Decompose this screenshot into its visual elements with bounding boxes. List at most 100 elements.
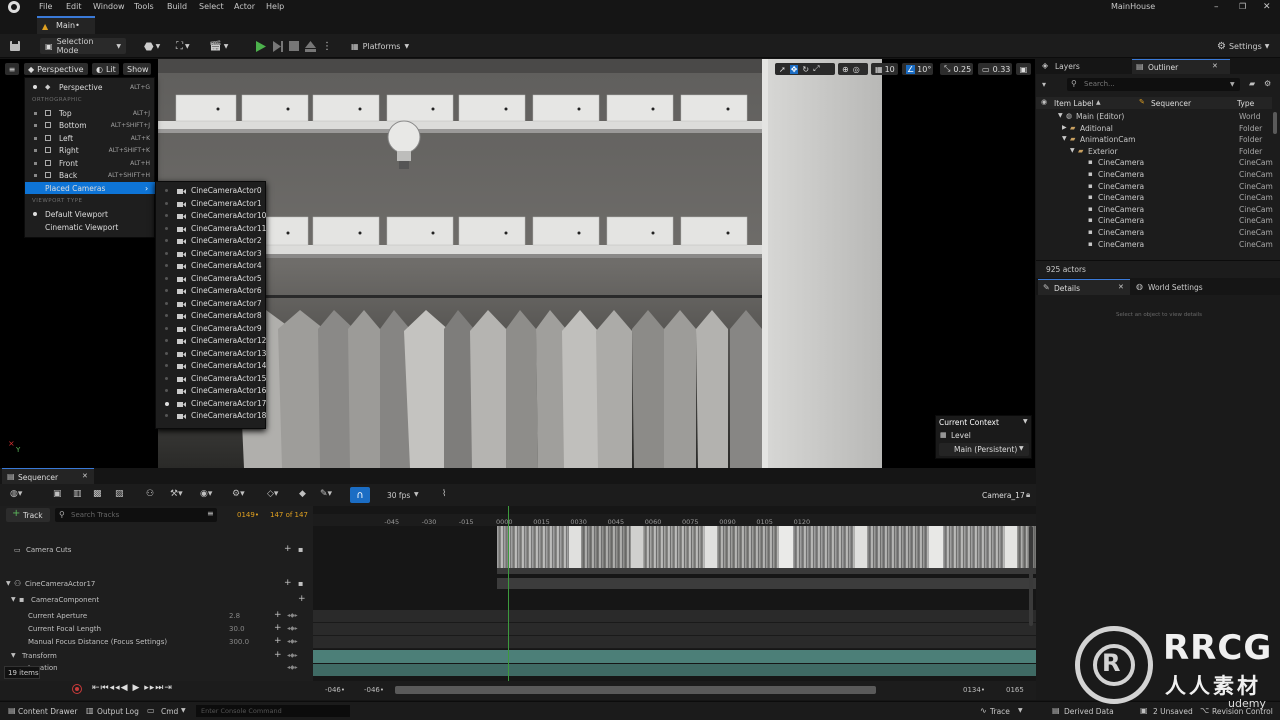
outliner-row[interactable]: ▼ ◍ Main (Editor) World [1036,112,1272,124]
chevron-down-icon[interactable]: ▼ [1058,112,1063,119]
range-start-a[interactable]: -046• [325,686,345,694]
key-nav-icon[interactable]: ◂◆▸ [287,652,298,659]
outliner-row[interactable]: ▼ ▰ Exterior Folder [1036,147,1272,159]
focus-lane[interactable] [313,636,1036,649]
pen-icon[interactable]: ✎▾ [320,489,332,499]
camera-menu-item[interactable]: CineCameraActor9 [156,323,267,336]
actors-icon[interactable]: ⚇ [146,489,154,499]
menu-window[interactable]: Window [93,2,125,11]
expand-icon[interactable]: ▼ [6,580,11,587]
camera-menu-item[interactable]: CineCameraActor5 [156,273,267,286]
scale-tool-icon[interactable]: ⤢ [813,64,819,74]
lock-icon[interactable]: 🔒︎ [1026,490,1030,500]
curve-editor-icon[interactable]: ⌇ [442,489,446,499]
camera-menu-item[interactable]: CineCameraActor16 [156,385,267,398]
scale-snap-button[interactable]: ⤡ 0.25 [940,63,973,75]
playback-icon[interactable]: ⚙▾ [232,489,245,499]
camera-menu-item[interactable]: CineCameraActor11 [156,223,267,236]
menu-help[interactable]: Help [266,2,284,11]
range-end-b[interactable]: 0165 [1006,686,1024,694]
expand-icon[interactable]: ▼ [11,652,16,659]
viewport-menu-button[interactable]: ≡ [5,63,19,75]
camera-icon[interactable]: ▪ [298,545,303,554]
menu-item-right[interactable]: Right ALT+SHIFT+K [25,144,156,156]
menu-tools[interactable]: Tools [134,2,154,11]
add-icon[interactable]: + [284,544,292,554]
track-camera-component[interactable]: ▼ ▪ CameraComponent + [0,594,313,608]
stop-icon[interactable] [289,38,299,54]
record-icon[interactable] [72,684,82,694]
camera-menu-item[interactable]: CineCameraActor18 [156,410,267,423]
add-folder-icon[interactable]: ▰ [1249,79,1255,88]
lit-button[interactable]: ◐ Lit [92,63,119,75]
track-camera-cuts[interactable]: ▭ Camera Cuts + ▪ [0,544,313,558]
menu-build[interactable]: Build [167,2,187,11]
track-manual-focus-distance[interactable]: Manual Focus Distance (Focus Settings) 3… [0,636,313,649]
menu-select[interactable]: Select [199,2,224,11]
sequencer-timeline[interactable] [313,506,1036,681]
camera-menu-item[interactable]: CineCameraActor3 [156,248,267,261]
show-button[interactable]: Show [123,63,151,75]
outliner-row[interactable]: ▪ CineCamera CineCam [1036,158,1273,170]
camera-cut-icon[interactable]: ▧ [115,489,124,499]
eject-icon[interactable] [305,38,316,54]
outliner-search-input[interactable]: ⚲ Search... ▼ [1067,78,1240,91]
derived-data-button[interactable]: ▤ Derived Data [1052,702,1116,720]
tab-world-settings[interactable]: ◍ World Settings [1132,279,1232,295]
track-value[interactable]: 2.8 [229,612,240,620]
camera-menu-item[interactable]: CineCameraActor6 [156,285,267,298]
key-nav-icon[interactable]: ◂◆▸ [287,664,298,671]
transform-lane[interactable] [313,650,1036,663]
camera-menu-item[interactable]: CineCameraActor14 [156,360,267,373]
filter-icon[interactable]: ▾ [1042,80,1046,89]
transform-tools[interactable]: ➚ ✥ ↻ ⤢ [775,63,835,75]
camera-menu-item[interactable]: CineCameraActor7 [156,298,267,311]
track-current-aperture[interactable]: Current Aperture 2.8 + ◂◆▸ [0,610,313,623]
menu-file[interactable]: File [39,2,52,11]
cinematics-icon[interactable]: 🎬︎ ▼ [209,38,228,54]
blueprint-icon[interactable]: ⛶ ▼ [176,38,190,54]
track-location[interactable]: Location ◂◆▸ [0,663,313,675]
perspective-button[interactable]: ◆ Perspective [24,63,88,75]
filter-icon[interactable]: ≡ [207,509,214,518]
camera-menu-item[interactable]: CineCameraActor0 [156,185,267,198]
visibility-icon[interactable]: ◉ [1041,98,1047,106]
camera-menu-item[interactable]: CineCameraActor17 [156,398,267,411]
menu-actor[interactable]: Actor [234,2,255,11]
camera-menu-item[interactable]: CineCameraActor1 [156,198,267,211]
track-cine-camera-actor[interactable]: ▼ ⚇ CineCameraActor17 + ▪ [0,578,313,592]
unreal-logo-icon[interactable] [8,1,20,13]
outliner-row[interactable]: ▪ CineCamera CineCam [1036,216,1273,228]
key-nav-icon[interactable]: ◂◆▸ [287,638,298,645]
camera-menu-item[interactable]: CineCameraActor13 [156,348,267,361]
menu-item-perspective[interactable]: ◆ Perspective ALT+G [25,81,156,93]
outliner-row[interactable]: ▪ CineCamera CineCam [1036,193,1273,205]
outliner-row[interactable]: ▪ CineCamera CineCam [1036,228,1273,240]
outliner-row[interactable]: ▪ CineCamera CineCam [1036,240,1273,252]
range-start-b[interactable]: -046• [364,686,384,694]
world-icon[interactable]: ◍▾ [10,489,22,499]
level-selector[interactable]: Main (Persistent) ▼ [939,443,1029,456]
track-current-focal-length[interactable]: Current Focal Length 30.0 + ◂◆▸ [0,623,313,636]
settings-button[interactable]: ⚙ Settings ▼ [1217,38,1269,54]
outliner-row[interactable]: ▶ ▰ Aditional Folder [1036,124,1272,136]
add-icon[interactable]: + [284,578,292,588]
select-tool-icon[interactable]: ➚ [779,65,786,74]
add-key-icon[interactable]: + [274,623,282,633]
maximize-icon[interactable]: ❐ [1239,2,1246,11]
track-value[interactable]: 300.0 [229,638,249,646]
focal-lane[interactable] [313,623,1036,636]
camera-speed-button[interactable]: ▭ 0.33 [978,63,1012,75]
snap-toggle[interactable]: ∩ [350,487,370,503]
menu-item-bottom[interactable]: Bottom ALT+SHIFT+J [25,119,156,131]
menu-item-cinematic-viewport[interactable]: Cinematic Viewport [25,221,156,233]
playhead[interactable] [508,506,509,681]
camera-menu-item[interactable]: CineCameraActor4 [156,260,267,273]
range-scrubber[interactable] [395,686,876,694]
timeline-scrollbar[interactable] [1029,526,1033,626]
key-nav-icon[interactable]: ◂◆▸ [287,612,298,619]
col-type[interactable]: Type [1237,99,1254,108]
track-transform[interactable]: ▼ Transform + ◂◆▸ [0,650,313,663]
view-icon[interactable]: ◉▾ [200,489,212,499]
menu-item-top[interactable]: Top ALT+J [25,107,156,119]
